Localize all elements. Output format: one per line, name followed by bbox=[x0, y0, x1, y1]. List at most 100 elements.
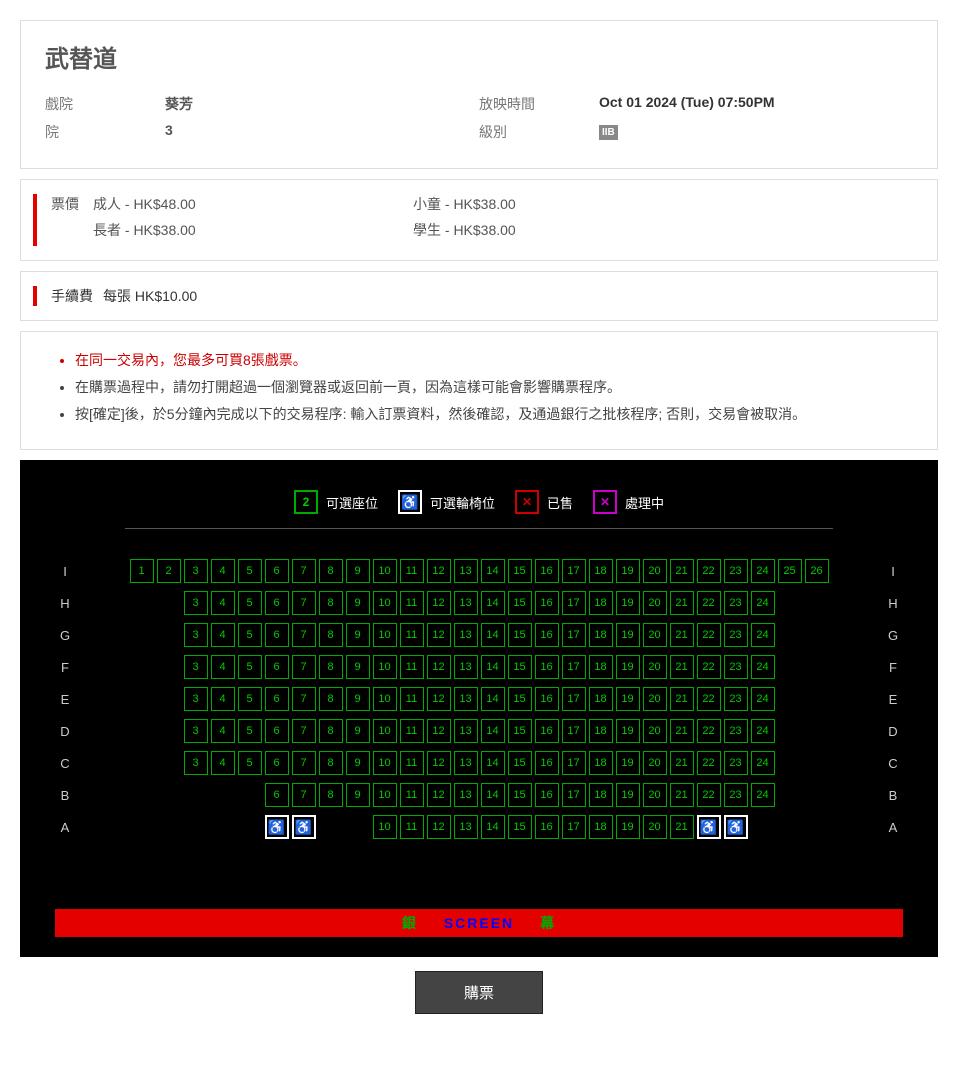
seat-F-21[interactable]: 21 bbox=[670, 655, 694, 679]
seat-H-11[interactable]: 11 bbox=[400, 591, 424, 615]
seat-C-9[interactable]: 9 bbox=[346, 751, 370, 775]
seat-E-13[interactable]: 13 bbox=[454, 687, 478, 711]
seat-E-18[interactable]: 18 bbox=[589, 687, 613, 711]
wheelchair-seat[interactable]: ♿ bbox=[697, 815, 721, 839]
seat-A-13[interactable]: 13 bbox=[454, 815, 478, 839]
seat-F-18[interactable]: 18 bbox=[589, 655, 613, 679]
seat-G-13[interactable]: 13 bbox=[454, 623, 478, 647]
seat-B-7[interactable]: 7 bbox=[292, 783, 316, 807]
seat-C-10[interactable]: 10 bbox=[373, 751, 397, 775]
seat-F-6[interactable]: 6 bbox=[265, 655, 289, 679]
seat-I-7[interactable]: 7 bbox=[292, 559, 316, 583]
seat-G-8[interactable]: 8 bbox=[319, 623, 343, 647]
seat-E-15[interactable]: 15 bbox=[508, 687, 532, 711]
seat-G-20[interactable]: 20 bbox=[643, 623, 667, 647]
seat-I-25[interactable]: 25 bbox=[778, 559, 802, 583]
seat-F-10[interactable]: 10 bbox=[373, 655, 397, 679]
seat-H-4[interactable]: 4 bbox=[211, 591, 235, 615]
seat-A-16[interactable]: 16 bbox=[535, 815, 559, 839]
seat-D-17[interactable]: 17 bbox=[562, 719, 586, 743]
seat-C-3[interactable]: 3 bbox=[184, 751, 208, 775]
seat-C-11[interactable]: 11 bbox=[400, 751, 424, 775]
buy-ticket-button[interactable]: 購票 bbox=[415, 971, 543, 1014]
seat-G-4[interactable]: 4 bbox=[211, 623, 235, 647]
seat-C-24[interactable]: 24 bbox=[751, 751, 775, 775]
seat-I-8[interactable]: 8 bbox=[319, 559, 343, 583]
seat-E-16[interactable]: 16 bbox=[535, 687, 559, 711]
seat-B-22[interactable]: 22 bbox=[697, 783, 721, 807]
seat-H-22[interactable]: 22 bbox=[697, 591, 721, 615]
seat-C-12[interactable]: 12 bbox=[427, 751, 451, 775]
seat-B-11[interactable]: 11 bbox=[400, 783, 424, 807]
seat-E-12[interactable]: 12 bbox=[427, 687, 451, 711]
seat-G-14[interactable]: 14 bbox=[481, 623, 505, 647]
seat-H-7[interactable]: 7 bbox=[292, 591, 316, 615]
seat-C-20[interactable]: 20 bbox=[643, 751, 667, 775]
seat-H-3[interactable]: 3 bbox=[184, 591, 208, 615]
seat-C-7[interactable]: 7 bbox=[292, 751, 316, 775]
seat-I-12[interactable]: 12 bbox=[427, 559, 451, 583]
seat-F-19[interactable]: 19 bbox=[616, 655, 640, 679]
seat-B-24[interactable]: 24 bbox=[751, 783, 775, 807]
seat-G-12[interactable]: 12 bbox=[427, 623, 451, 647]
seat-B-18[interactable]: 18 bbox=[589, 783, 613, 807]
seat-D-11[interactable]: 11 bbox=[400, 719, 424, 743]
seat-A-19[interactable]: 19 bbox=[616, 815, 640, 839]
seat-B-17[interactable]: 17 bbox=[562, 783, 586, 807]
wheelchair-seat[interactable]: ♿ bbox=[265, 815, 289, 839]
seat-D-12[interactable]: 12 bbox=[427, 719, 451, 743]
seat-D-13[interactable]: 13 bbox=[454, 719, 478, 743]
seat-E-22[interactable]: 22 bbox=[697, 687, 721, 711]
seat-A-20[interactable]: 20 bbox=[643, 815, 667, 839]
wheelchair-seat[interactable]: ♿ bbox=[292, 815, 316, 839]
seat-E-10[interactable]: 10 bbox=[373, 687, 397, 711]
seat-C-19[interactable]: 19 bbox=[616, 751, 640, 775]
seat-E-23[interactable]: 23 bbox=[724, 687, 748, 711]
seat-I-16[interactable]: 16 bbox=[535, 559, 559, 583]
seat-C-21[interactable]: 21 bbox=[670, 751, 694, 775]
seat-E-17[interactable]: 17 bbox=[562, 687, 586, 711]
seat-C-18[interactable]: 18 bbox=[589, 751, 613, 775]
seat-F-5[interactable]: 5 bbox=[238, 655, 262, 679]
seat-I-23[interactable]: 23 bbox=[724, 559, 748, 583]
seat-H-21[interactable]: 21 bbox=[670, 591, 694, 615]
seat-G-11[interactable]: 11 bbox=[400, 623, 424, 647]
seat-D-8[interactable]: 8 bbox=[319, 719, 343, 743]
seat-C-6[interactable]: 6 bbox=[265, 751, 289, 775]
seat-F-15[interactable]: 15 bbox=[508, 655, 532, 679]
seat-I-14[interactable]: 14 bbox=[481, 559, 505, 583]
seat-I-22[interactable]: 22 bbox=[697, 559, 721, 583]
seat-F-7[interactable]: 7 bbox=[292, 655, 316, 679]
seat-D-6[interactable]: 6 bbox=[265, 719, 289, 743]
seat-C-15[interactable]: 15 bbox=[508, 751, 532, 775]
seat-F-4[interactable]: 4 bbox=[211, 655, 235, 679]
seat-D-9[interactable]: 9 bbox=[346, 719, 370, 743]
seat-G-3[interactable]: 3 bbox=[184, 623, 208, 647]
seat-F-23[interactable]: 23 bbox=[724, 655, 748, 679]
seat-I-18[interactable]: 18 bbox=[589, 559, 613, 583]
seat-F-16[interactable]: 16 bbox=[535, 655, 559, 679]
seat-A-17[interactable]: 17 bbox=[562, 815, 586, 839]
seat-H-17[interactable]: 17 bbox=[562, 591, 586, 615]
seat-I-1[interactable]: 1 bbox=[130, 559, 154, 583]
seat-I-6[interactable]: 6 bbox=[265, 559, 289, 583]
seat-D-23[interactable]: 23 bbox=[724, 719, 748, 743]
seat-D-22[interactable]: 22 bbox=[697, 719, 721, 743]
seat-D-16[interactable]: 16 bbox=[535, 719, 559, 743]
seat-I-11[interactable]: 11 bbox=[400, 559, 424, 583]
seat-D-15[interactable]: 15 bbox=[508, 719, 532, 743]
seat-H-5[interactable]: 5 bbox=[238, 591, 262, 615]
seat-F-12[interactable]: 12 bbox=[427, 655, 451, 679]
seat-C-16[interactable]: 16 bbox=[535, 751, 559, 775]
seat-D-18[interactable]: 18 bbox=[589, 719, 613, 743]
seat-C-8[interactable]: 8 bbox=[319, 751, 343, 775]
seat-G-21[interactable]: 21 bbox=[670, 623, 694, 647]
seat-E-5[interactable]: 5 bbox=[238, 687, 262, 711]
seat-D-14[interactable]: 14 bbox=[481, 719, 505, 743]
seat-G-18[interactable]: 18 bbox=[589, 623, 613, 647]
seat-A-12[interactable]: 12 bbox=[427, 815, 451, 839]
seat-G-19[interactable]: 19 bbox=[616, 623, 640, 647]
wheelchair-seat[interactable]: ♿ bbox=[724, 815, 748, 839]
seat-E-6[interactable]: 6 bbox=[265, 687, 289, 711]
seat-B-10[interactable]: 10 bbox=[373, 783, 397, 807]
